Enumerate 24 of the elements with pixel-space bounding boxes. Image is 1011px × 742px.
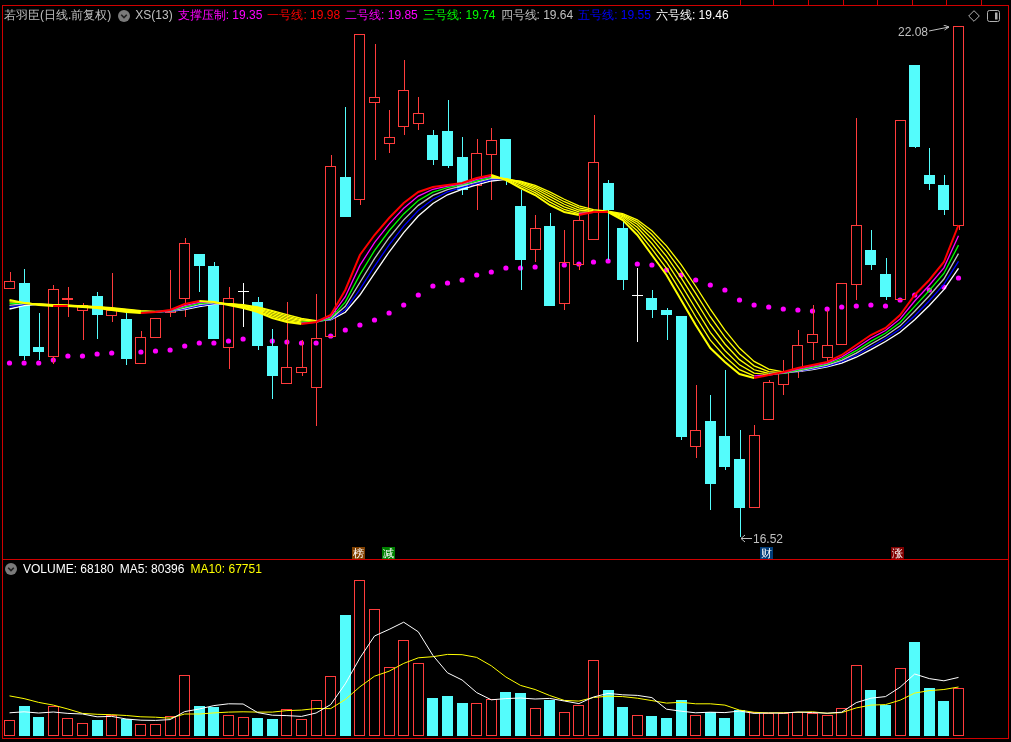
indicator-value: 二号线: 19.85 xyxy=(345,7,418,24)
price-label: 16.52 xyxy=(753,533,784,545)
volume-value: VOLUME: 68180 xyxy=(23,561,114,578)
event-badge[interactable]: 涨 xyxy=(891,547,904,559)
indicator-name: XS(13) xyxy=(135,7,173,24)
indicator-value: 六号线: 19.46 xyxy=(655,7,729,24)
indicator-value: 五号线: 19.55 xyxy=(578,7,651,24)
diamond-icon[interactable] xyxy=(968,9,980,22)
price-label: 22.08 xyxy=(897,26,928,38)
event-badge[interactable]: 财 xyxy=(760,547,773,559)
indicator-value: 一号线: 19.98 xyxy=(267,7,341,24)
event-badge[interactable]: 榜 xyxy=(352,547,365,559)
chart-title: 若羽臣(日线.前复权) xyxy=(4,7,112,24)
event-badge[interactable]: 减 xyxy=(382,547,395,559)
leader-arrow xyxy=(928,25,950,32)
panel-toggle-icon[interactable] xyxy=(987,9,1000,22)
leader-arrow xyxy=(740,534,753,543)
volume-value: MA10: 67751 xyxy=(190,561,262,578)
chevron-down-icon[interactable] xyxy=(118,9,131,22)
indicator-value: 三号线: 19.74 xyxy=(422,7,496,24)
indicator-value: 四号线: 19.64 xyxy=(500,7,574,24)
indicator-value: 支撑压制: 19.35 xyxy=(177,7,263,24)
chevron-down-icon[interactable] xyxy=(5,563,17,575)
volume-value: MA5: 80396 xyxy=(119,561,185,578)
